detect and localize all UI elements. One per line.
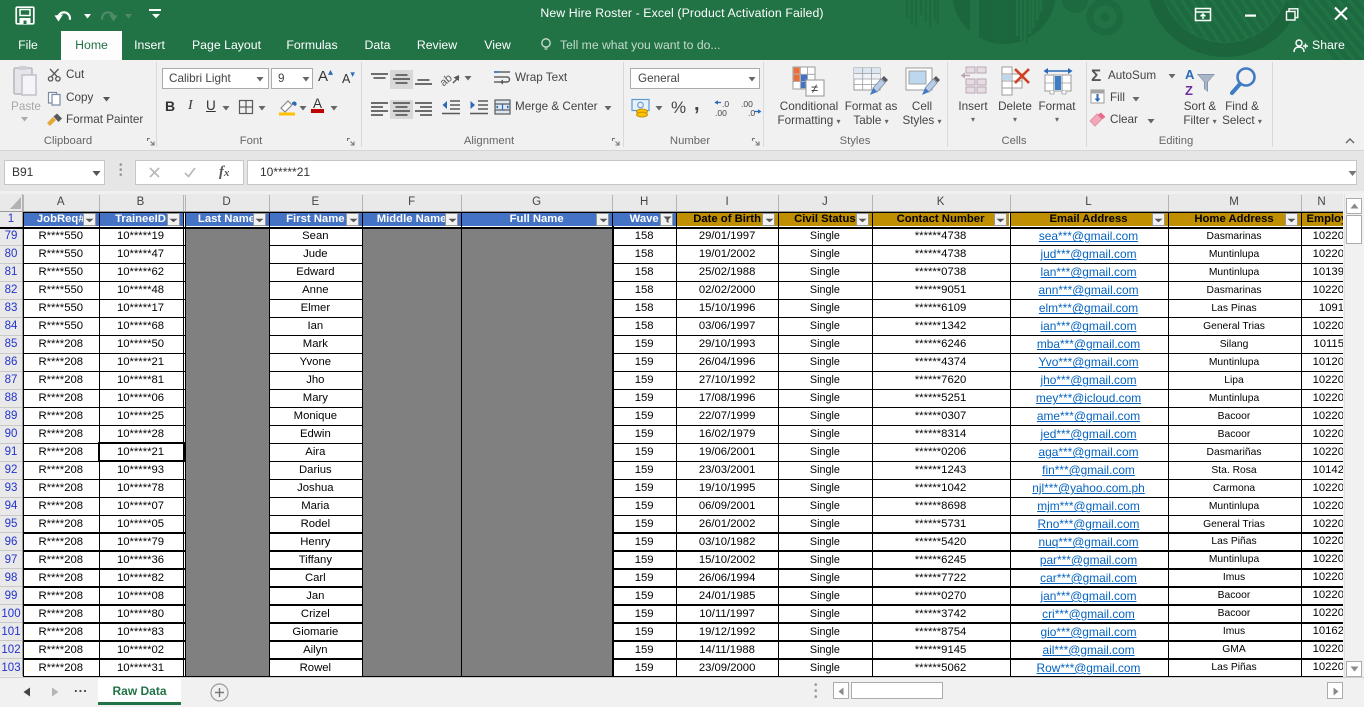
svg-text:.00: .00 xyxy=(715,108,727,117)
svg-text:Z: Z xyxy=(1185,83,1193,98)
svg-text:A: A xyxy=(1185,67,1195,82)
svg-text:ab: ab xyxy=(440,72,455,88)
svg-text:≠: ≠ xyxy=(811,81,818,96)
